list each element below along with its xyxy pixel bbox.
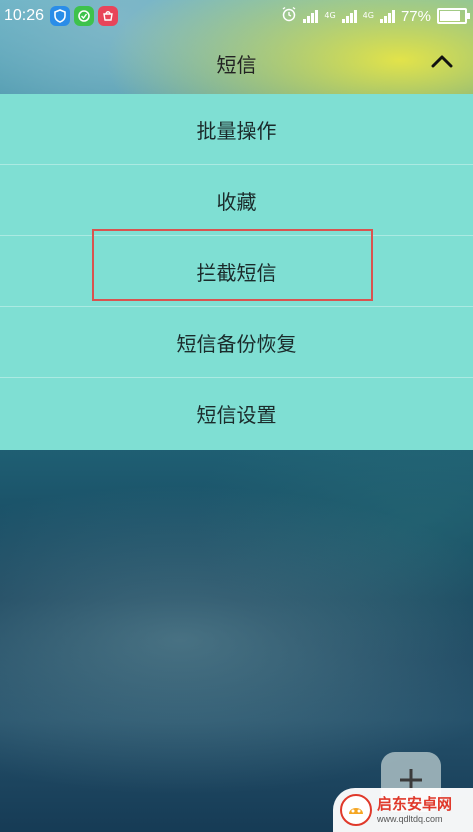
highlight-annotation [92, 229, 373, 301]
signal-icon [303, 9, 319, 23]
chevron-up-icon[interactable] [427, 46, 457, 76]
battery-icon [437, 8, 470, 24]
menu-item-settings[interactable]: 短信设置 [0, 378, 473, 449]
watermark: 启东安卓网 www.qdltdq.com [333, 788, 473, 832]
network-type-2: 4G [362, 11, 374, 20]
menu-item-label: 短信设置 [196, 403, 277, 427]
battery-percent: 77% [400, 7, 431, 25]
watermark-logo-icon [339, 793, 373, 827]
status-time: 10:26 [4, 7, 45, 24]
menu-item-backup-restore[interactable]: 短信备份恢复 [0, 307, 473, 378]
watermark-url: www.qdltdq.com [377, 813, 443, 824]
watermark-name: 启东安卓网 [377, 794, 453, 813]
shield-app-icon [50, 6, 71, 26]
menu-item-label: 收藏 [216, 189, 257, 214]
menu-item-label: 批量操作 [196, 118, 277, 143]
signal-icon-2 [379, 9, 395, 23]
title-bar: 短信 [0, 32, 473, 94]
green-app-icon [74, 6, 95, 26]
signal-4g-icon [341, 9, 357, 23]
status-indicators: 4G 4G 77% [281, 6, 470, 26]
page-title: 短信 [216, 53, 257, 77]
network-type-1: 4G [324, 11, 336, 20]
menu-item-label: 短信备份恢复 [176, 331, 297, 356]
status-bar: 10:26 4G 4G 77% [0, 0, 473, 32]
menu-item-favorites[interactable]: 收藏 [0, 165, 473, 236]
alarm-icon [281, 6, 297, 26]
menu-item-batch[interactable]: 批量操作 [0, 94, 473, 165]
red-app-icon [98, 6, 119, 26]
